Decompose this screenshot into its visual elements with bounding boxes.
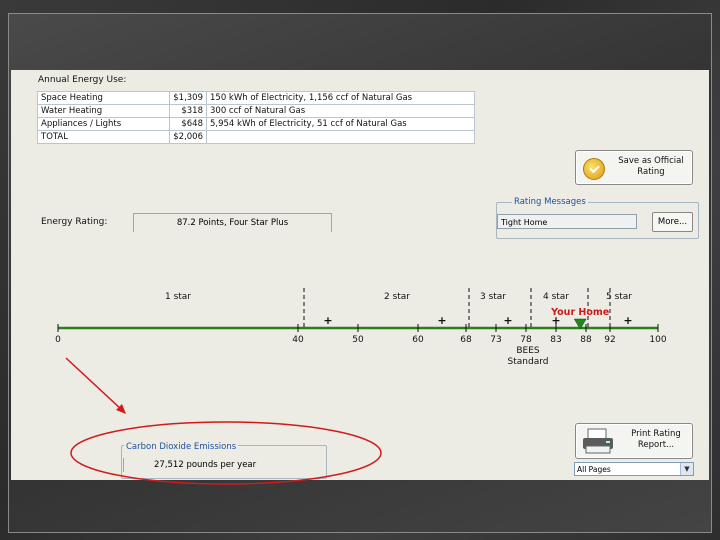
print-rating-report-button[interactable]: Print Rating Report...	[575, 423, 693, 459]
star-label: 4 star	[543, 292, 569, 302]
plus-mark: +	[323, 314, 332, 327]
scale-tick-label: 83	[550, 335, 561, 345]
scale-tick-label: 78	[520, 335, 532, 345]
pages-select-value: All Pages	[577, 465, 611, 474]
rating-panel: Annual Energy Use: Space Heating $1,309 15…	[11, 70, 709, 480]
star-label: 1 star	[165, 292, 191, 302]
co2-emissions-legend: Carbon Dioxide Emissions	[124, 442, 239, 452]
plus-mark: +	[503, 314, 512, 327]
scale-tick-label: 40	[292, 335, 304, 345]
star-label: 2 star	[384, 292, 410, 302]
scale-tick-label: 88	[580, 335, 592, 345]
star-rating-scale: 0 40 50 60 68 73 78 83 88 92 100 1 star 2 star 3 star…	[55, 288, 667, 367]
print-button-label: Print Rating Report...	[631, 429, 681, 450]
scale-tick-label: 60	[412, 335, 424, 345]
scale-tick-label: 92	[604, 335, 615, 345]
scale-tick-label: 0	[55, 335, 61, 345]
star-label: 5 star	[606, 292, 632, 302]
scale-tick-label: 100	[649, 335, 666, 345]
co2-emissions-value: 27,512 pounds per year	[123, 458, 323, 472]
scale-tick-label: 68	[460, 335, 472, 345]
scale-tick-label: 50	[352, 335, 364, 345]
plus-mark: +	[437, 314, 446, 327]
standard-label: Standard	[508, 357, 549, 367]
pages-select[interactable]: All Pages ▼	[574, 462, 694, 476]
chevron-down-icon[interactable]: ▼	[680, 463, 693, 475]
plus-mark: +	[623, 314, 632, 327]
star-label: 3 star	[480, 292, 506, 302]
scale-tick-label: 73	[490, 335, 501, 345]
your-home-label: Your Home	[550, 307, 609, 318]
bees-label: BEES	[516, 346, 540, 356]
printer-icon	[583, 428, 613, 454]
